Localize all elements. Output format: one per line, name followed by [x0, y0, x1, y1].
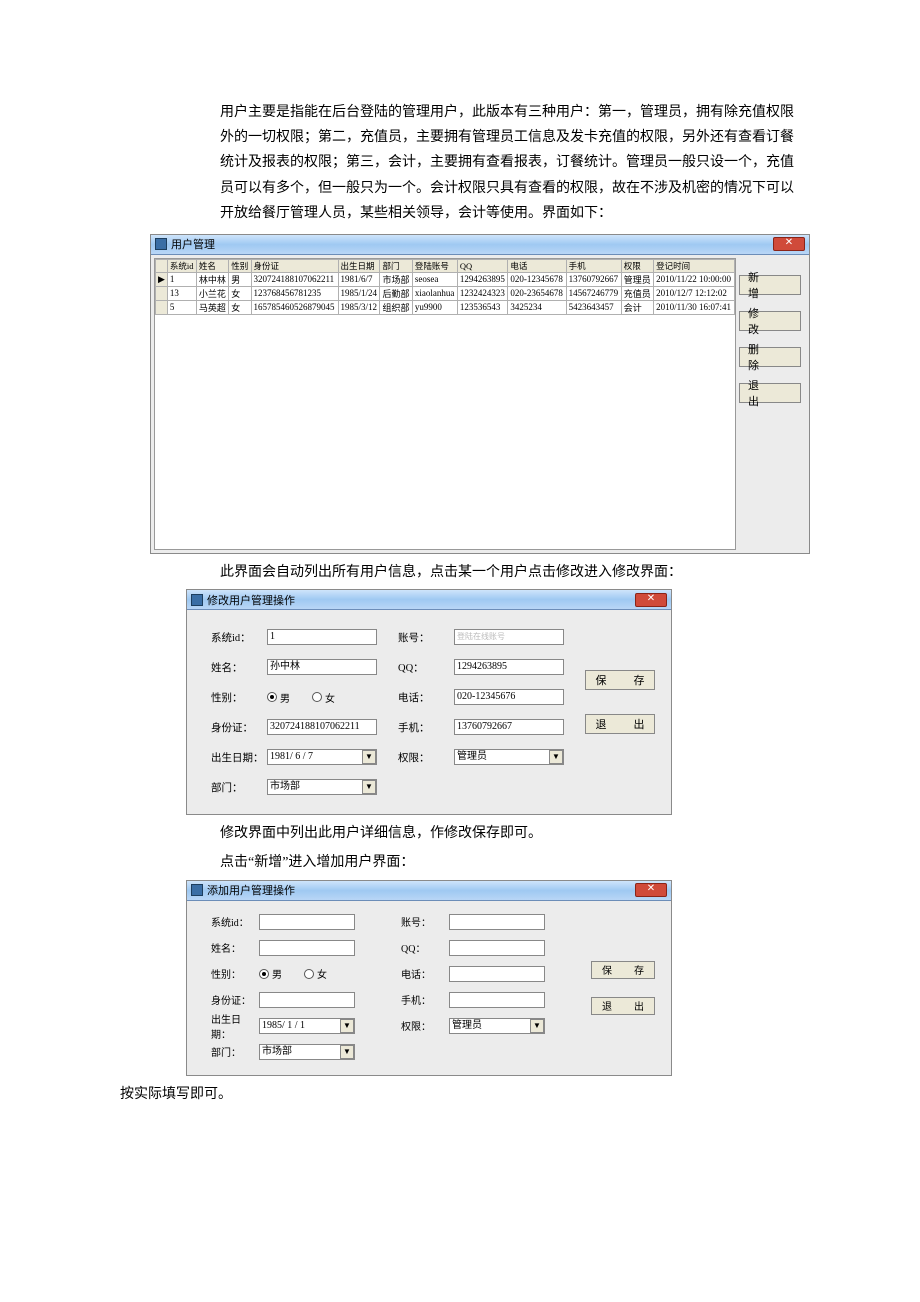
label-perm: 权限：	[401, 1018, 449, 1033]
close-icon[interactable]: ✕	[635, 883, 667, 897]
window-icon	[191, 884, 203, 896]
window-icon	[155, 238, 167, 250]
acct-input[interactable]: 登陆在线账号	[454, 629, 564, 645]
title-bar: 添加用户管理操作 ✕	[187, 881, 671, 901]
table-row[interactable]: 13小兰花 女123768456781235 1985/1/24后勤部 xiao…	[156, 286, 735, 300]
qq-input[interactable]: 1294263895	[454, 659, 564, 675]
label-perm: 权限：	[398, 750, 454, 765]
user-grid[interactable]: 系统id姓名 性别身份证 出生日期部门 登陆账号QQ 电话手机 权限登记时间 ▶…	[154, 258, 736, 550]
dept-select[interactable]: 市场部	[267, 779, 377, 795]
label-mobile: 手机：	[401, 992, 449, 1007]
label-acct: 账号：	[398, 630, 454, 645]
user-mgmt-window: 用户管理 ✕ 系统id姓名 性别身份证 出生日期部门 登陆账号QQ 电话手机 权…	[150, 234, 810, 554]
sysid-input[interactable]: 1	[267, 629, 377, 645]
perm-select[interactable]: 管理员	[454, 749, 564, 765]
title-bar: 用户管理 ✕	[151, 235, 809, 255]
acct-input[interactable]	[449, 914, 545, 930]
sysid-input[interactable]	[259, 914, 355, 930]
caption-after-edit-1: 修改界面中列出此用户详细信息，作修改保存即可。	[120, 821, 800, 846]
label-sysid: 系统id：	[211, 630, 267, 645]
label-sysid: 系统id：	[211, 914, 259, 929]
label-dept: 部门：	[211, 1044, 259, 1059]
caption-after-main: 此界面会自动列出所有用户信息，点击某一个用户点击修改进入修改界面：	[120, 560, 800, 585]
label-birth: 出生日期：	[211, 1011, 259, 1041]
chevron-down-icon[interactable]: ▼	[530, 1019, 544, 1033]
label-sex: 性别：	[211, 966, 259, 981]
idcard-input[interactable]: 320724188107062211	[267, 719, 377, 735]
footer-paragraph: 按实际填写即可。	[120, 1082, 800, 1107]
table-row[interactable]: 5马英超 女165785460526879045 1985/3/12组织部 yu…	[156, 300, 735, 314]
edit-button[interactable]: 修 改	[739, 311, 801, 331]
birth-select[interactable]: 1981/ 6 / 7	[267, 749, 377, 765]
label-birth: 出生日期：	[211, 750, 267, 765]
window-title: 添加用户管理操作	[207, 882, 295, 898]
edit-user-window: 修改用户管理操作 ✕ 系统id： 1 姓名： 孙中林 性别： 男 女 身份证： …	[186, 589, 672, 815]
window-title: 修改用户管理操作	[207, 592, 295, 608]
mobile-input[interactable]	[449, 992, 545, 1008]
chevron-down-icon[interactable]: ▼	[340, 1019, 354, 1033]
tel-input[interactable]	[449, 966, 545, 982]
label-name: 姓名：	[211, 660, 267, 675]
close-icon[interactable]: ✕	[773, 237, 805, 251]
caption-after-edit-2: 点击“新增”进入增加用户界面：	[120, 850, 800, 875]
chevron-down-icon[interactable]: ▼	[362, 780, 376, 794]
mobile-input[interactable]: 13760792667	[454, 719, 564, 735]
grid-header-row: 系统id姓名 性别身份证 出生日期部门 登陆账号QQ 电话手机 权限登记时间	[156, 259, 735, 272]
window-title: 用户管理	[171, 236, 215, 252]
label-acct: 账号：	[401, 914, 449, 929]
qq-input[interactable]	[449, 940, 545, 956]
table-row[interactable]: ▶ 1林中林 男320724188107062211 1981/6/7市场部 s…	[156, 272, 735, 286]
add-user-window: 添加用户管理操作 ✕ 系统id： 姓名： 性别： 男 女 身份证： 出生日期： …	[186, 880, 672, 1076]
label-qq: QQ：	[401, 940, 449, 955]
close-icon[interactable]: ✕	[635, 593, 667, 607]
quit-button[interactable]: 退 出	[585, 714, 655, 734]
save-button[interactable]: 保 存	[591, 961, 655, 979]
radio-male[interactable]: 男	[267, 690, 290, 705]
intro-paragraph: 用户主要是指能在后台登陆的管理用户，此版本有三种用户：第一，管理员，拥有除充值权…	[120, 100, 800, 226]
radio-female[interactable]: 女	[312, 690, 335, 705]
label-sex: 性别：	[211, 690, 267, 705]
label-tel: 电话：	[401, 966, 449, 981]
label-idcard: 身份证：	[211, 992, 259, 1007]
radio-male[interactable]: 男	[259, 966, 282, 981]
add-button[interactable]: 新 增	[739, 275, 801, 295]
label-qq: QQ：	[398, 660, 454, 675]
idcard-input[interactable]	[259, 992, 355, 1008]
delete-button[interactable]: 删 除	[739, 347, 801, 367]
label-name: 姓名：	[211, 940, 259, 955]
label-mobile: 手机：	[398, 720, 454, 735]
save-button[interactable]: 保 存	[585, 670, 655, 690]
chevron-down-icon[interactable]: ▼	[362, 750, 376, 764]
quit-button[interactable]: 退 出	[739, 383, 801, 403]
label-idcard: 身份证：	[211, 720, 267, 735]
chevron-down-icon[interactable]: ▼	[549, 750, 563, 764]
name-input[interactable]	[259, 940, 355, 956]
radio-female[interactable]: 女	[304, 966, 327, 981]
label-dept: 部门：	[211, 780, 267, 795]
tel-input[interactable]: 020-12345676	[454, 689, 564, 705]
name-input[interactable]: 孙中林	[267, 659, 377, 675]
label-tel: 电话：	[398, 690, 454, 705]
title-bar: 修改用户管理操作 ✕	[187, 590, 671, 610]
chevron-down-icon[interactable]: ▼	[340, 1045, 354, 1059]
quit-button[interactable]: 退 出	[591, 997, 655, 1015]
window-icon	[191, 594, 203, 606]
